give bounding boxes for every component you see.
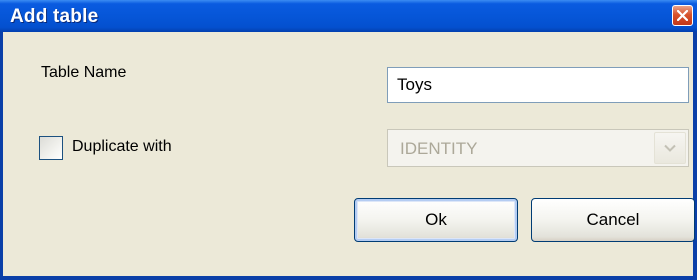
window-title: Add table xyxy=(10,6,99,27)
chevron-down-icon xyxy=(664,144,676,152)
duplicate-checkbox[interactable] xyxy=(39,136,63,160)
title-bar[interactable]: Add table xyxy=(0,0,697,32)
dropdown-button[interactable] xyxy=(654,132,686,164)
duplicate-label: Duplicate with xyxy=(72,138,172,155)
duplicate-select-value: IDENTITY xyxy=(400,139,478,158)
table-name-input[interactable]: Toys xyxy=(387,67,689,103)
table-name-label: Table Name xyxy=(41,64,127,81)
close-button[interactable] xyxy=(672,5,693,26)
duplicate-select[interactable]: IDENTITY xyxy=(387,129,689,167)
cancel-button[interactable]: Cancel xyxy=(531,198,695,242)
add-table-dialog: Add table Table Name Toys Duplicate with… xyxy=(0,0,697,280)
close-icon xyxy=(677,10,688,21)
ok-button[interactable]: Ok xyxy=(354,198,518,242)
